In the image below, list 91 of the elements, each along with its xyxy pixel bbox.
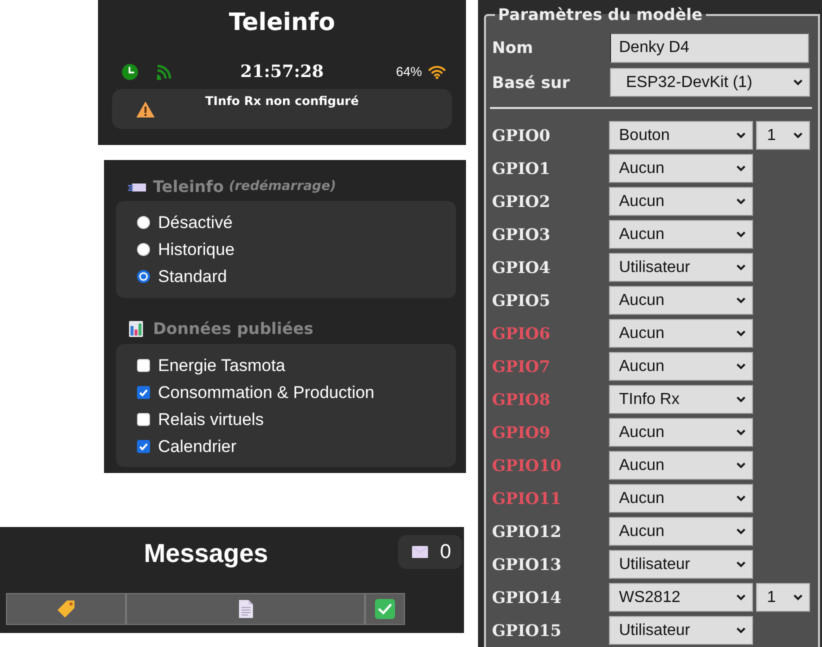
index-select[interactable]: 1 [756,583,810,612]
gpio-label: GPIO15 [492,620,562,640]
function-select[interactable]: Utilisateur [609,616,753,645]
gpio-label: GPIO9 [492,422,552,442]
chevron-icon [736,264,746,271]
function-select[interactable]: TInfo Rx [609,385,753,414]
function-select[interactable]: Aucun [609,451,753,480]
checkbox[interactable] [137,359,150,372]
section-note: (redémarrage) [228,178,336,196]
function-select[interactable]: Aucun [609,154,753,183]
function-select[interactable]: Aucun [609,220,753,249]
gpio-label: GPIO10 [492,456,562,476]
section-title: Données publiées [153,319,314,339]
index-select[interactable]: 1 [756,121,810,150]
envelope-icon [412,546,428,558]
function-select[interactable]: Aucun [609,187,753,216]
bar-chart-icon [129,321,143,337]
radio-button[interactable] [137,270,150,283]
gpio-label: GPIO7 [492,356,552,376]
checkbox[interactable] [137,440,150,453]
chevron-icon [736,330,746,337]
gpio-label: GPIO1 [492,158,552,178]
option-label: Energie Tasmota [158,356,286,376]
option-label: Standard [158,266,227,286]
function-select[interactable]: Aucun [609,418,753,447]
check-icon [375,599,395,619]
gpio-label: GPIO14 [492,588,562,608]
document-icon [238,600,252,618]
function-select[interactable]: Aucun [609,484,753,513]
field-label: Nom [492,38,534,58]
panel-title: Teleinfo [228,7,336,37]
signal-icon [156,64,172,80]
chevron-icon [736,561,746,568]
chevron-icon [736,165,746,172]
field-label: Basé sur [492,72,571,92]
gpio-label: GPIO3 [492,224,552,244]
function-select[interactable]: Aucun [609,352,753,381]
option-label: Désactivé [158,212,233,232]
gpio-label: GPIO2 [492,192,552,212]
option-label: Consommation & Production [158,382,374,402]
checkbox[interactable] [137,386,150,399]
gpio-label: GPIO13 [492,554,562,574]
gpio-label: GPIO8 [492,390,552,410]
tag-icon [56,599,76,619]
checkbox[interactable] [137,413,150,426]
chevron-icon [736,462,746,469]
panel-title: Messages [142,537,270,568]
chevron-icon [736,627,746,634]
function-select[interactable]: Utilisateur [609,550,753,579]
clock-icon [122,64,138,80]
chevron-icon [736,594,746,601]
alert-message: TInfo Rx non configuré [205,94,359,109]
gpio-label: GPIO5 [492,290,552,310]
fieldset-legend: Paramètres du modèle [495,7,706,23]
chevron-icon [736,132,746,139]
radio-button[interactable] [137,243,150,256]
card-icon [128,182,146,192]
clock-time: 21:57:28 [240,62,324,82]
board-select[interactable]: ESP32-DevKit (1) [610,68,810,97]
option-label: Calendrier [158,436,236,456]
signal-strength: 64% [396,64,422,80]
gpio-label: GPIO4 [492,258,552,278]
gpio-label: GPIO6 [492,324,552,344]
chevron-icon [793,132,803,139]
section-title: Teleinfo [153,177,224,197]
chevron-icon [736,231,746,238]
function-select[interactable]: Aucun [609,319,753,348]
chevron-icon [736,198,746,205]
gpio-label: GPIO11 [492,488,562,508]
wifi-icon [428,65,446,79]
chevron-icon [736,495,746,502]
function-select[interactable]: Bouton [609,121,753,150]
warning-icon [136,100,155,118]
chevron-icon [736,429,746,436]
message-count: 0 [440,540,452,564]
gpio-label: GPIO12 [492,522,562,542]
gpio-label: GPIO0 [492,126,552,146]
function-select[interactable]: Aucun [609,517,753,546]
option-label: Relais virtuels [158,410,264,430]
chevron-icon [736,363,746,370]
chevron-icon [736,396,746,403]
radio-button[interactable] [137,216,150,229]
chevron-icon [793,79,803,86]
function-select[interactable]: Utilisateur [609,253,753,282]
function-select[interactable]: Aucun [609,286,753,315]
chevron-icon [736,297,746,304]
chevron-icon [736,528,746,535]
function-select[interactable]: WS2812 [609,583,753,612]
name-input[interactable]: Denky D4 [610,33,809,63]
chevron-icon [793,594,803,601]
option-label: Historique [158,240,235,260]
